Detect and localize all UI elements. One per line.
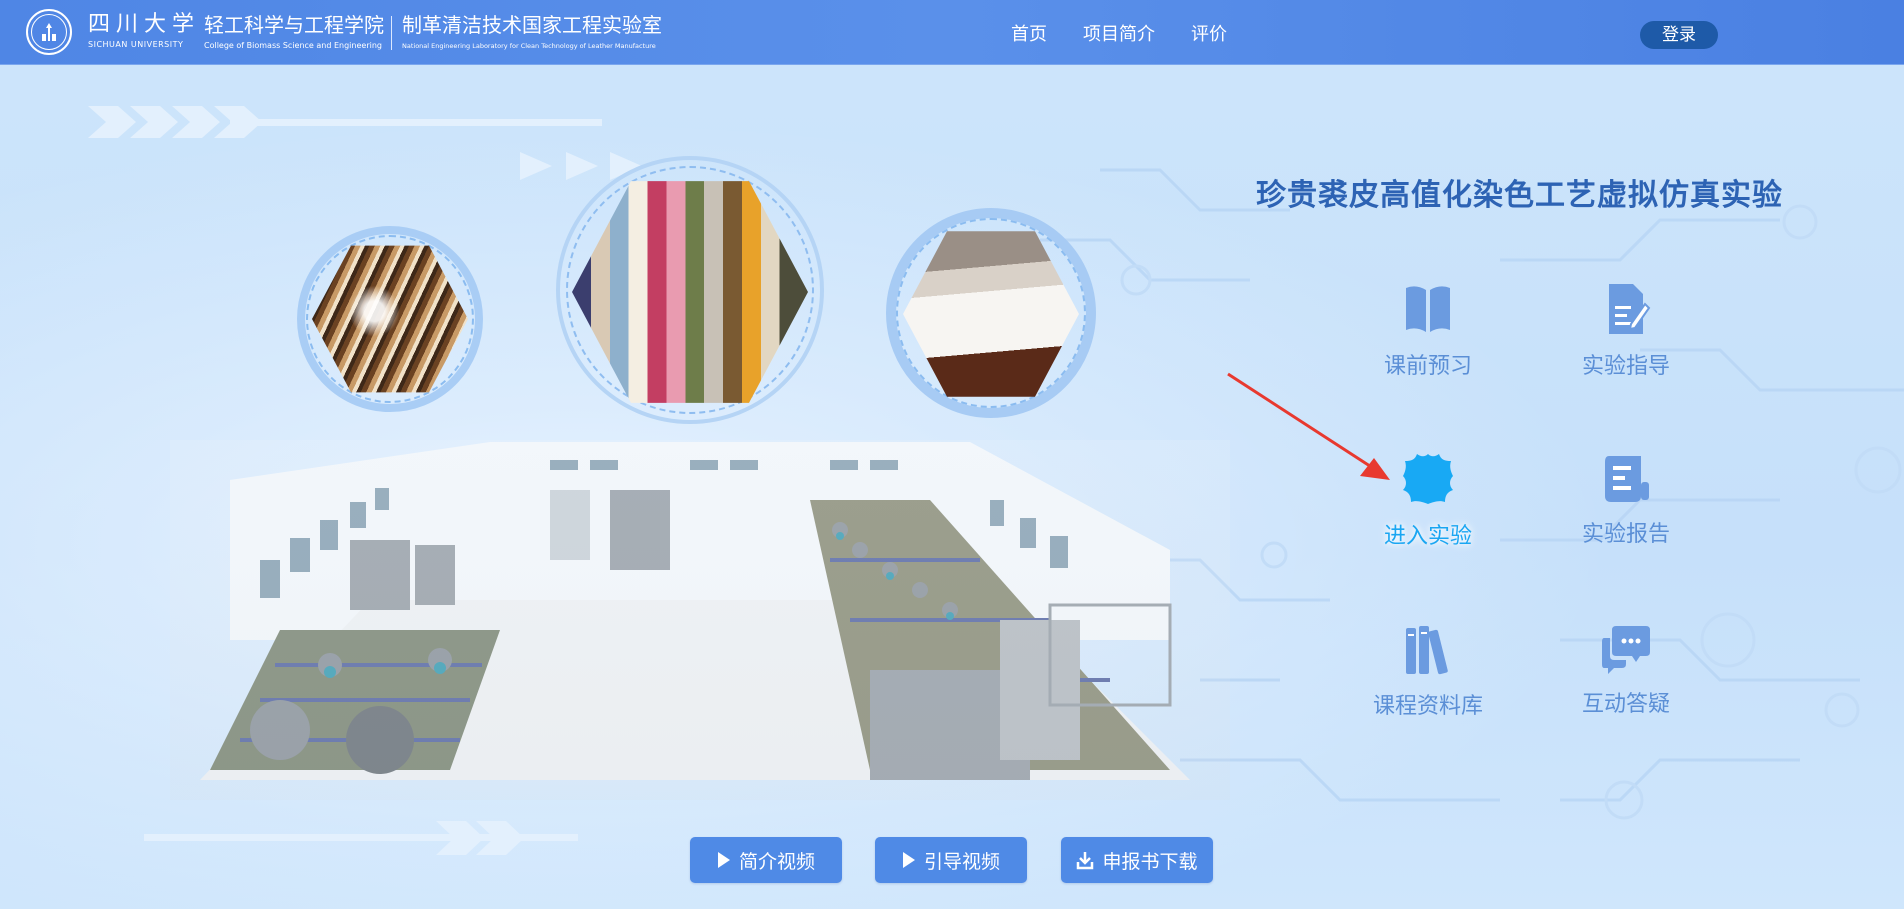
virtual-lab-factory-illustration [170, 440, 1230, 800]
nav-project-intro[interactable]: 项目简介 [1083, 20, 1155, 46]
menu-label: 互动答疑 [1581, 692, 1670, 717]
lab-name-en: National Engineering Laboratory for Clea… [402, 42, 656, 50]
application-download-button[interactable]: 申报书下载 [1061, 837, 1213, 883]
login-button[interactable]: 登录 [1640, 21, 1718, 49]
document-edit-icon [1609, 284, 1651, 334]
books-library-icon [1406, 626, 1448, 675]
college-name-en: College of Biomass Science and Engineeri… [204, 41, 382, 50]
nav-home[interactable]: 首页 [1011, 20, 1047, 46]
intro-video-button[interactable]: 简介视频 [690, 837, 842, 883]
leather-hide-icon [1403, 454, 1453, 504]
open-book-icon [1406, 286, 1450, 332]
lab-name: 制革清洁技术国家工程实验室 National Engineering Labor… [402, 14, 662, 50]
college-name-cn: 轻工科学与工程学院 [204, 13, 384, 37]
play-icon [717, 852, 730, 868]
guide-video-button[interactable]: 引导视频 [875, 837, 1027, 883]
university-name: 四川大学 SICHUAN UNIVERSITY [88, 12, 201, 50]
main-nav: 首页 项目简介 评价 [1011, 20, 1263, 46]
header-divider [391, 16, 392, 50]
menu-experiment-guide[interactable]: 实验指导 [1546, 282, 1706, 380]
page-background: 四川大学 SICHUAN UNIVERSITY 轻工科学与工程学院 Colleg… [0, 0, 1904, 909]
top-header-bar: 四川大学 SICHUAN UNIVERSITY 轻工科学与工程学院 Colleg… [0, 0, 1904, 65]
report-scroll-icon [1605, 456, 1649, 502]
menu-pre-class-preview[interactable]: 课前预习 [1348, 282, 1508, 380]
menu-label: 课程资料库 [1372, 694, 1483, 719]
button-label: 引导视频 [923, 850, 1000, 873]
university-seal-logo [26, 9, 72, 55]
menu-label: 实验指导 [1581, 354, 1670, 379]
nav-evaluation[interactable]: 评价 [1191, 20, 1227, 46]
menu-experiment-report[interactable]: 实验报告 [1546, 452, 1706, 548]
page-title: 珍贵裘皮高值化染色工艺虚拟仿真实验 [1256, 178, 1783, 213]
university-name-cn: 四川大学 [88, 12, 201, 37]
menu-label: 进入实验 [1383, 524, 1472, 549]
lab-name-cn: 制革清洁技术国家工程实验室 [402, 13, 662, 37]
red-pointer-arrow-icon [1227, 372, 1390, 480]
play-icon [902, 852, 915, 868]
menu-course-library[interactable]: 课程资料库 [1348, 622, 1508, 720]
university-name-en: SICHUAN UNIVERSITY [88, 40, 184, 49]
chat-bubbles-icon [1602, 626, 1650, 674]
menu-interactive-qa[interactable]: 互动答疑 [1546, 622, 1706, 718]
college-name: 轻工科学与工程学院 College of Biomass Science and… [204, 14, 384, 50]
download-icon [1077, 852, 1094, 870]
button-label: 简介视频 [738, 850, 815, 873]
button-label: 申报书下载 [1102, 850, 1198, 873]
menu-label: 实验报告 [1581, 522, 1670, 547]
